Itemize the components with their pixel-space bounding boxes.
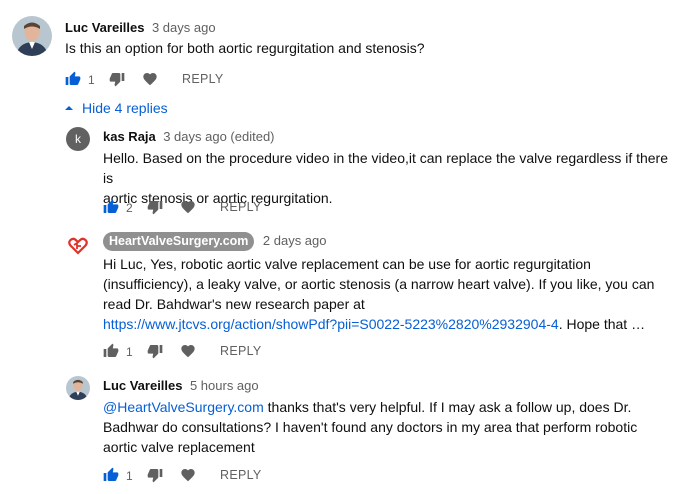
heart-button[interactable] bbox=[180, 467, 196, 488]
reply-author[interactable]: kas Raja bbox=[103, 129, 156, 144]
heart-button[interactable] bbox=[142, 71, 158, 92]
reply-button[interactable]: REPLY bbox=[182, 72, 224, 86]
heart-button[interactable] bbox=[180, 343, 196, 364]
reply-header: kas Raja 3 days ago (edited) bbox=[103, 128, 275, 146]
thumb-down-icon bbox=[147, 201, 163, 215]
like-button[interactable] bbox=[65, 71, 81, 92]
thumb-down-icon bbox=[147, 345, 163, 359]
reply-button[interactable]: REPLY bbox=[220, 200, 262, 214]
like-button[interactable] bbox=[103, 467, 119, 488]
reply-button[interactable]: REPLY bbox=[220, 468, 262, 482]
avatar[interactable] bbox=[66, 233, 90, 257]
dislike-button[interactable] bbox=[147, 467, 163, 488]
dislike-button[interactable] bbox=[147, 199, 163, 220]
like-count: 1 bbox=[88, 73, 95, 87]
thumb-down-icon bbox=[109, 73, 125, 87]
reply-text-line: https://www.jtcvs.org/action/showPdf?pii… bbox=[103, 314, 668, 334]
heart-logo-icon bbox=[66, 233, 90, 257]
reply-text-line: (insufficiency), a leaky valve, or aorti… bbox=[103, 276, 655, 292]
heart-icon bbox=[181, 469, 195, 482]
comment-author[interactable]: Luc Vareilles bbox=[65, 20, 145, 35]
heart-icon bbox=[181, 201, 195, 214]
dislike-button[interactable] bbox=[147, 343, 163, 364]
reply-text: Hi Luc, Yes, robotic aortic valve replac… bbox=[103, 254, 668, 334]
avatar[interactable] bbox=[12, 16, 52, 56]
reply-text-line: read Dr. Bahdwar's new research paper at bbox=[103, 296, 365, 312]
heart-icon bbox=[181, 345, 195, 358]
like-count: 1 bbox=[126, 469, 133, 483]
reply-text: @HeartValveSurgery.com thanks that's ver… bbox=[103, 397, 668, 457]
reply-text-trailing: . Hope that … bbox=[558, 316, 646, 332]
reply-text-line: @HeartValveSurgery.com thanks that's ver… bbox=[103, 397, 668, 417]
reply-time[interactable]: 3 days ago (edited) bbox=[163, 129, 274, 144]
reply-time[interactable]: 2 days ago bbox=[263, 233, 327, 248]
avatar[interactable]: k bbox=[66, 127, 90, 151]
channel-owner-badge[interactable]: HeartValveSurgery.com bbox=[103, 232, 255, 251]
reply-text-line: Hi Luc, Yes, robotic aortic valve replac… bbox=[103, 256, 591, 272]
reply-text-line: Badhwar do consultations? I haven't foun… bbox=[103, 419, 638, 435]
hide-replies-button[interactable]: Hide 4 replies bbox=[64, 100, 168, 116]
thumb-up-icon bbox=[103, 199, 119, 213]
heart-icon bbox=[143, 73, 157, 86]
reply-header: Luc Vareilles 5 hours ago bbox=[103, 377, 259, 395]
hide-replies-label: Hide 4 replies bbox=[82, 100, 168, 116]
caret-up-icon bbox=[65, 106, 73, 110]
avatar[interactable] bbox=[66, 376, 90, 400]
reply-text-rest: thanks that's very helpful. If I may ask… bbox=[263, 399, 632, 415]
like-button[interactable] bbox=[103, 343, 119, 364]
reply-text-line: Hello. Based on the procedure video in t… bbox=[103, 150, 669, 186]
reply-text-line: aortic valve replacement bbox=[103, 439, 255, 455]
dislike-button[interactable] bbox=[109, 71, 125, 92]
reply-button[interactable]: REPLY bbox=[220, 344, 262, 358]
heart-button[interactable] bbox=[180, 199, 196, 220]
like-count: 1 bbox=[126, 345, 133, 359]
mention-link[interactable]: @HeartValveSurgery.com bbox=[103, 399, 264, 415]
like-count: 2 bbox=[126, 201, 133, 215]
comment-text: Is this an option for both aortic regurg… bbox=[65, 40, 425, 56]
research-paper-link[interactable]: https://www.jtcvs.org/action/showPdf?pii… bbox=[103, 316, 559, 332]
reply-time[interactable]: 5 hours ago bbox=[190, 378, 259, 393]
reply-header: HeartValveSurgery.com 2 days ago bbox=[103, 232, 327, 251]
thumb-down-icon bbox=[147, 469, 163, 483]
reply-author[interactable]: Luc Vareilles bbox=[103, 378, 183, 393]
comment-time[interactable]: 3 days ago bbox=[152, 20, 216, 35]
comment-header: Luc Vareilles 3 days ago bbox=[65, 19, 216, 37]
thumb-up-icon bbox=[103, 343, 119, 357]
thumb-up-icon bbox=[103, 467, 119, 481]
like-button[interactable] bbox=[103, 199, 119, 220]
avatar-letter: k bbox=[75, 132, 81, 146]
thumb-up-icon bbox=[65, 71, 81, 85]
